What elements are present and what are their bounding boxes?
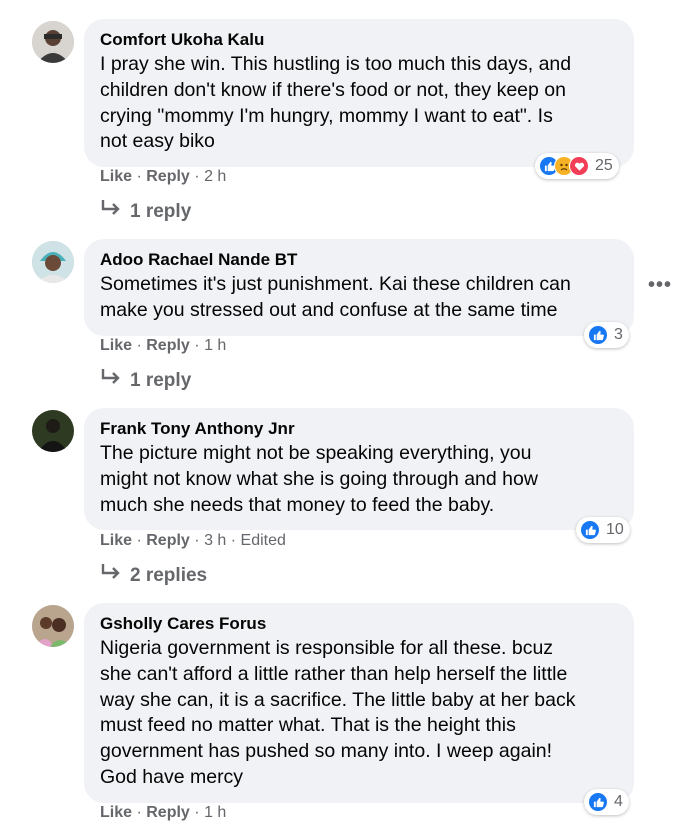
love-icon — [569, 156, 589, 176]
like-link[interactable]: Like — [100, 804, 132, 821]
comment-actions: Like · Reply · 2 h — [100, 168, 227, 185]
avatar[interactable] — [32, 410, 74, 452]
reaction-summary[interactable]: 25 — [535, 153, 619, 179]
avatar[interactable] — [32, 21, 74, 63]
reaction-count: 25 — [595, 157, 613, 174]
comment-line: make you stressed out and confuse at the… — [100, 298, 558, 321]
view-replies-link[interactable]: 2 replies — [100, 563, 207, 588]
comment-line: Nigeria government is responsible for al… — [100, 637, 554, 659]
more-options-button[interactable]: ••• — [648, 274, 672, 297]
comment-actions: Like · Reply · 1 h — [100, 804, 227, 821]
comment-line: she can't afford a little rather than he… — [100, 662, 568, 685]
replies-count: 2 replies — [130, 564, 208, 586]
like-icon — [588, 325, 608, 345]
comment-line: much she needs that money to feed the ba… — [100, 493, 495, 516]
reply-link[interactable]: Reply — [146, 804, 190, 821]
comment-actions: Like · Reply · 3 h · Edited — [100, 532, 286, 549]
reply-arrow-icon — [100, 563, 122, 588]
reaction-summary[interactable]: 4 — [584, 789, 629, 815]
comment-line: The picture might not be speaking everyt… — [100, 442, 532, 464]
comment-line: might not know what she is going through… — [100, 467, 538, 490]
reaction-summary[interactable]: 3 — [584, 322, 629, 348]
comment-author[interactable]: Gsholly Cares Forus — [100, 613, 618, 635]
comment-line: government has pushed so many into. I we… — [100, 740, 553, 763]
avatar[interactable] — [32, 241, 74, 283]
comment-line: Sometimes it's just punishment. Kai thes… — [100, 273, 571, 295]
like-link[interactable]: Like — [100, 532, 132, 549]
comment-bubble: Gsholly Cares Forus Nigeria government i… — [84, 603, 634, 803]
comment-text: Sometimes it's just punishment. Kai thes… — [100, 272, 618, 324]
edited-label[interactable]: Edited — [241, 532, 286, 549]
comment-line: must feed no matter what. That is the he… — [100, 714, 516, 737]
like-link[interactable]: Like — [100, 337, 132, 354]
comment-line: children don't know if there's food or n… — [100, 78, 566, 101]
comment-text: The picture might not be speaking everyt… — [100, 441, 618, 518]
like-icon — [580, 520, 600, 540]
timestamp[interactable]: 2 h — [204, 168, 226, 185]
comment-text: Nigeria government is responsible for al… — [100, 636, 618, 791]
reaction-summary[interactable]: 10 — [576, 517, 630, 543]
comment-actions: Like · Reply · 1 h — [100, 337, 227, 354]
comment-line: I pray she win. This hustling is too muc… — [100, 53, 572, 75]
comment-text: I pray she win. This hustling is too muc… — [100, 52, 618, 155]
reply-arrow-icon — [100, 368, 122, 393]
like-link[interactable]: Like — [100, 168, 132, 185]
view-replies-link[interactable]: 1 reply — [100, 199, 191, 224]
timestamp[interactable]: 1 h — [204, 337, 226, 354]
comment-line: crying "mommy I'm hungry, mommy I want t… — [100, 104, 553, 127]
comment-author[interactable]: Frank Tony Anthony Jnr — [100, 418, 618, 440]
avatar[interactable] — [32, 605, 74, 647]
replies-count: 1 reply — [130, 369, 192, 391]
timestamp[interactable]: 1 h — [204, 804, 226, 821]
replies-count: 1 reply — [130, 200, 192, 222]
reply-link[interactable]: Reply — [146, 337, 190, 354]
comment-bubble: Adoo Rachael Nande BT Sometimes it's jus… — [84, 239, 634, 336]
view-replies-link[interactable]: 1 reply — [100, 368, 191, 393]
reaction-count: 3 — [614, 326, 623, 343]
comment-author[interactable]: Adoo Rachael Nande BT — [100, 249, 618, 271]
comment-bubble: Comfort Ukoha Kalu I pray she win. This … — [84, 19, 634, 168]
reply-link[interactable]: Reply — [146, 532, 190, 549]
reply-arrow-icon — [100, 199, 122, 224]
comment-line: way she can, it is a sacrifice. The litt… — [100, 688, 576, 711]
reply-link[interactable]: Reply — [146, 168, 190, 185]
comment-line: God have mercy — [100, 765, 244, 788]
comment-author[interactable]: Comfort Ukoha Kalu — [100, 29, 618, 51]
comment-line: not easy biko — [100, 130, 215, 153]
comment-bubble: Frank Tony Anthony Jnr The picture might… — [84, 408, 634, 531]
like-icon — [588, 792, 608, 812]
timestamp[interactable]: 3 h — [204, 532, 226, 549]
reaction-count: 4 — [614, 793, 623, 810]
reaction-count: 10 — [606, 521, 624, 538]
